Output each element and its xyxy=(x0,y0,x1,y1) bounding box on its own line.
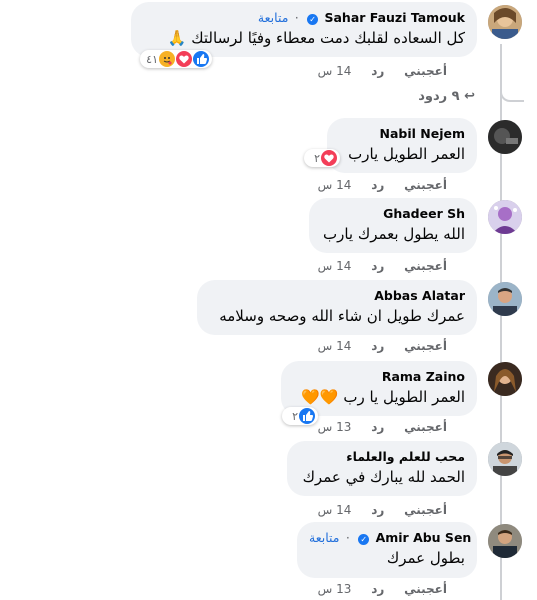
avatar[interactable] xyxy=(488,5,522,39)
like-button[interactable]: أعجبني xyxy=(404,64,447,78)
author-name[interactable]: Nabil Nejem xyxy=(380,126,466,141)
comment-bubble: متابعة · ✓ Sahar Fauzi Tamouk كل السعاده… xyxy=(131,2,477,57)
author-name[interactable]: Ghadeer Sh xyxy=(383,206,465,221)
reply-button[interactable]: رد xyxy=(371,64,384,78)
replies-count: ٩ ردود xyxy=(418,89,460,104)
avatar[interactable] xyxy=(488,282,522,316)
comment-bubble: متابعة · ✓ Amir Abu Sen بطول عمرك xyxy=(297,522,477,578)
like-button[interactable]: أعجبني xyxy=(404,259,447,273)
reply-button[interactable]: رد xyxy=(371,178,384,192)
author-name[interactable]: Rama Zaino xyxy=(382,369,465,384)
timestamp[interactable]: 14 س xyxy=(318,503,352,517)
like-reaction-icon xyxy=(193,51,209,67)
comment-bubble: محب للعلم والعلماء الحمد لله يبارك في عم… xyxy=(287,441,477,496)
avatar[interactable] xyxy=(488,200,522,234)
timestamp[interactable]: 14 س xyxy=(318,64,352,78)
comment-actions: أعجبني رد 14 س xyxy=(318,503,447,517)
reply-button[interactable]: رد xyxy=(371,420,384,434)
reply-arrow-icon: ↩ xyxy=(464,89,475,104)
comment-text: الله يطول بعمرك يارب xyxy=(322,225,465,243)
love-reaction-icon xyxy=(176,51,192,67)
avatar[interactable] xyxy=(488,362,522,396)
reply-button[interactable]: رد xyxy=(371,582,384,596)
timestamp[interactable]: 14 س xyxy=(318,178,352,192)
comment-text: العمر الطويل يا رب 🧡🧡 xyxy=(301,388,465,406)
reaction-summary[interactable]: ٤١ xyxy=(140,50,212,68)
reaction-summary[interactable]: ٢ xyxy=(282,407,318,425)
reaction-summary[interactable]: ٢ xyxy=(304,149,340,167)
reply-connector xyxy=(500,80,524,102)
comment-actions: أعجبني رد 14 س xyxy=(318,64,447,78)
author-name[interactable]: Sahar Fauzi Tamouk xyxy=(324,10,465,25)
verified-badge-icon: ✓ xyxy=(307,14,319,25)
avatar[interactable] xyxy=(488,442,522,476)
comment-text: بطول عمرك xyxy=(386,549,465,567)
follow-link[interactable]: متابعة xyxy=(309,530,340,545)
like-button[interactable]: أعجبني xyxy=(404,503,447,517)
like-button[interactable]: أعجبني xyxy=(404,582,447,596)
follow-link[interactable]: متابعة xyxy=(258,10,289,25)
reaction-count: ٤١ xyxy=(146,52,158,66)
reaction-count: ٢ xyxy=(292,409,298,423)
separator-dot: · xyxy=(294,10,299,25)
reply-button[interactable]: رد xyxy=(371,503,384,517)
separator-dot: · xyxy=(345,530,350,545)
like-reaction-icon xyxy=(299,408,315,424)
like-button[interactable]: أعجبني xyxy=(404,339,447,353)
comment-actions: أعجبني رد 14 س xyxy=(318,259,447,273)
avatar[interactable] xyxy=(488,524,522,558)
comment-actions: أعجبني رد 13 س xyxy=(318,582,447,596)
comment-text: الحمد لله يبارك في عمرك xyxy=(302,468,465,486)
timestamp[interactable]: 13 س xyxy=(318,420,352,434)
author-name[interactable]: Abbas Alatar xyxy=(374,288,465,303)
reaction-count: ٢ xyxy=(314,151,320,165)
comment-text: كل السعاده لقلبك دمت معطاء وفيًا لرسالتك… xyxy=(167,29,465,47)
avatar[interactable] xyxy=(488,120,522,154)
comment-text: العمر الطويل يارب xyxy=(348,145,465,163)
author-name[interactable]: محب للعلم والعلماء xyxy=(346,449,465,464)
comment-actions: أعجبني رد 14 س xyxy=(318,339,447,353)
comment-text: عمرك طويل ان شاء الله وصحه وسلامه xyxy=(219,307,465,325)
like-button[interactable]: أعجبني xyxy=(404,178,447,192)
timestamp[interactable]: 13 س xyxy=(318,582,352,596)
timestamp[interactable]: 14 س xyxy=(318,259,352,273)
reply-button[interactable]: رد xyxy=(371,259,384,273)
comment-bubble: Ghadeer Sh الله يطول بعمرك يارب xyxy=(309,198,477,253)
love-reaction-icon xyxy=(321,150,337,166)
like-button[interactable]: أعجبني xyxy=(404,420,447,434)
care-reaction-icon xyxy=(159,51,175,67)
author-name[interactable]: Amir Abu Sen xyxy=(376,530,472,545)
verified-badge-icon: ✓ xyxy=(358,534,370,545)
view-replies-link[interactable]: ↩ ٩ ردود xyxy=(418,89,475,104)
reply-button[interactable]: رد xyxy=(371,339,384,353)
comment-actions: أعجبني رد 13 س xyxy=(318,420,447,434)
comment-bubble: Nabil Nejem العمر الطويل يارب xyxy=(327,118,477,173)
comment-actions: أعجبني رد 14 س xyxy=(318,178,447,192)
timestamp[interactable]: 14 س xyxy=(318,339,352,353)
comment-bubble: Abbas Alatar عمرك طويل ان شاء الله وصحه … xyxy=(197,280,477,335)
